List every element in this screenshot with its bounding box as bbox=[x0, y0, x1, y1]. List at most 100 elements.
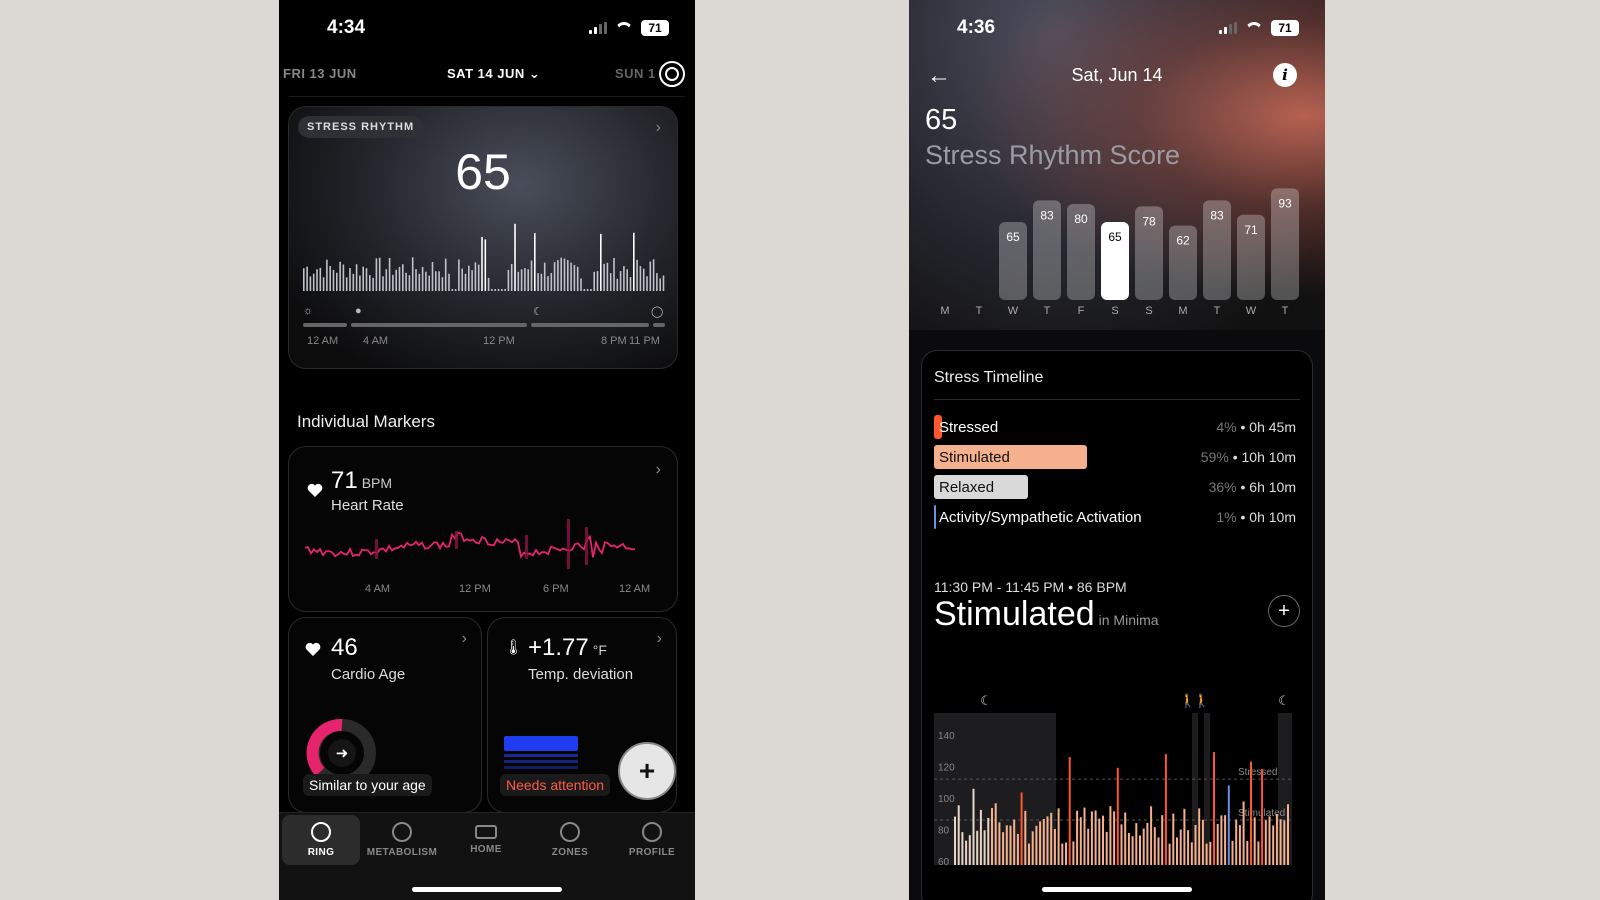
weekday-label: T bbox=[1282, 305, 1289, 317]
weekday-label: S bbox=[1145, 305, 1152, 317]
stress-bar bbox=[596, 271, 599, 291]
heart-rate-bar bbox=[1061, 843, 1064, 865]
stress-bar bbox=[385, 269, 388, 291]
ring-icon: ◯ bbox=[651, 306, 664, 318]
category-values: 4% • 0h 45m bbox=[1216, 419, 1296, 435]
heart-rate-bar bbox=[1105, 831, 1108, 865]
heart-rate-bar bbox=[1253, 817, 1256, 865]
date-prev[interactable]: FRI 13 JUN bbox=[283, 66, 357, 81]
heart-rate-bar bbox=[1157, 837, 1160, 865]
heart-rate-bar bbox=[1231, 840, 1234, 865]
add-tag-button[interactable]: + bbox=[1268, 595, 1300, 627]
cardio-age-tag: Similar to your age bbox=[303, 774, 432, 796]
heart-rate-bar bbox=[1187, 830, 1190, 865]
stress-bar bbox=[550, 273, 553, 291]
date-current-label: SAT 14 JUN bbox=[447, 66, 525, 81]
stress-bar bbox=[362, 266, 364, 291]
heart-rate-bar bbox=[1135, 823, 1138, 865]
heart-rate-bar bbox=[968, 835, 971, 865]
stress-bar bbox=[316, 269, 318, 291]
heart-rate-bar bbox=[1035, 825, 1038, 865]
info-icon[interactable]: i bbox=[1273, 63, 1297, 87]
heart-rate-bar bbox=[1250, 761, 1252, 865]
stress-bar bbox=[636, 259, 638, 291]
category-name: Relaxed bbox=[939, 479, 995, 496]
cardio-age-card[interactable]: 46 Cardio Age › ➜ Similar to your age bbox=[288, 617, 482, 813]
stress-bar bbox=[517, 271, 520, 291]
stress-bar bbox=[306, 266, 308, 291]
date-current-dropdown[interactable]: SAT 14 JUN ⌄ bbox=[447, 66, 540, 82]
stress-bar bbox=[560, 257, 562, 291]
segment-sub: in Minima bbox=[1098, 612, 1159, 628]
tab-metabolism[interactable]: METABOLISM bbox=[363, 815, 441, 865]
stress-bar bbox=[458, 259, 460, 291]
tab-label: HOME bbox=[470, 844, 502, 855]
category-row-relaxed[interactable]: Relaxed 36% • 6h 10m bbox=[934, 475, 1296, 499]
stress-bar bbox=[352, 273, 355, 291]
temp-tag: Needs attention bbox=[500, 774, 611, 796]
heart-rate-bar bbox=[1268, 816, 1271, 865]
stress-bar bbox=[504, 289, 506, 291]
heart-rate-card[interactable]: 71 BPM Heart Rate › 4 AM 12 PM 6 PM 12 AM bbox=[288, 446, 678, 612]
stress-bar bbox=[590, 289, 592, 291]
stress-bar bbox=[642, 268, 645, 291]
heart-rate-bar bbox=[1131, 836, 1134, 865]
category-name: Activity/Sympathetic Activation bbox=[939, 509, 1142, 526]
stress-score-label: Stress Rhythm Score bbox=[925, 140, 1181, 170]
weekly-score-label: 78 bbox=[1142, 214, 1156, 228]
stress-rhythm-card[interactable]: STRESS RHYTHM › 65 ☼ ● ☾ ◯ 12 AM 4 AM 12… bbox=[288, 106, 678, 369]
heart-rate-bar bbox=[1016, 833, 1019, 865]
segment-state-group: Stimulated in Minima bbox=[934, 595, 1159, 634]
tab-zones[interactable]: ZONES bbox=[531, 815, 609, 865]
tab-home[interactable]: HOME bbox=[447, 815, 525, 865]
add-button[interactable]: + bbox=[618, 742, 676, 800]
heart-rate-range-bar bbox=[567, 519, 570, 569]
stress-bar bbox=[510, 264, 513, 291]
category-row-stimulated[interactable]: Stimulated 59% • 10h 10m bbox=[934, 445, 1296, 469]
stress-bar bbox=[408, 275, 411, 291]
category-duration: 6h 10m bbox=[1249, 479, 1296, 495]
heart-rate-bar bbox=[1079, 817, 1082, 865]
category-row-activity[interactable]: Activity/Sympathetic Activation 1% • 0h … bbox=[934, 505, 1296, 529]
stress-bar bbox=[619, 271, 622, 291]
ring-status-icon[interactable] bbox=[659, 61, 685, 87]
weekday-label: M bbox=[940, 305, 949, 317]
divider bbox=[289, 96, 685, 97]
heart-icon bbox=[305, 642, 321, 656]
temp-label: Temp. deviation bbox=[528, 666, 634, 683]
day-phase-tracks bbox=[303, 323, 665, 327]
stress-bar bbox=[633, 232, 635, 291]
stress-day-chart[interactable]: 1401201008060StressedStimulated☾🚶🚶☾ bbox=[926, 669, 1302, 899]
heart-rate-bar bbox=[1139, 835, 1141, 865]
battery-icon: 71 bbox=[641, 20, 669, 36]
stress-bar bbox=[342, 264, 345, 291]
stress-bar bbox=[494, 289, 496, 291]
stress-bar bbox=[563, 258, 566, 291]
stress-bar bbox=[646, 276, 648, 291]
heart-rate-bar bbox=[1242, 801, 1245, 865]
temp-deviation-bars bbox=[504, 736, 578, 772]
stress-bar bbox=[339, 261, 341, 291]
temp-value-group: +1.77 °F bbox=[528, 634, 607, 662]
heart-rate-bar bbox=[1216, 823, 1219, 865]
heart-rate-bar bbox=[954, 816, 956, 865]
stress-bar bbox=[662, 275, 665, 291]
weekly-score-chart[interactable]: M T 65 W 83 T 80 F 65 S 78 S 62 M 83 T 71 W 93 T bbox=[925, 186, 1309, 334]
tab-profile[interactable]: PROFILE bbox=[613, 815, 691, 865]
heart-rate-bar bbox=[1279, 819, 1282, 865]
stress-bar bbox=[415, 269, 417, 291]
home-indicator bbox=[1042, 887, 1192, 892]
stress-bar bbox=[395, 269, 397, 291]
time-label: 12 PM bbox=[483, 335, 515, 347]
category-row-stressed[interactable]: Stressed 4% • 0h 45m bbox=[934, 415, 1296, 439]
heart-rate-bar bbox=[1050, 812, 1053, 865]
metabolism-icon bbox=[392, 822, 412, 842]
stress-bar bbox=[359, 275, 361, 291]
date-next[interactable]: SUN 1 bbox=[615, 66, 656, 81]
weekly-score-label: 83 bbox=[1210, 208, 1224, 222]
category-bar bbox=[934, 505, 936, 529]
tab-ring[interactable]: RING bbox=[282, 815, 360, 865]
heart-rate-bar bbox=[1005, 825, 1008, 865]
category-values: 1% • 0h 10m bbox=[1216, 509, 1296, 525]
chevron-right-icon: › bbox=[655, 119, 661, 136]
